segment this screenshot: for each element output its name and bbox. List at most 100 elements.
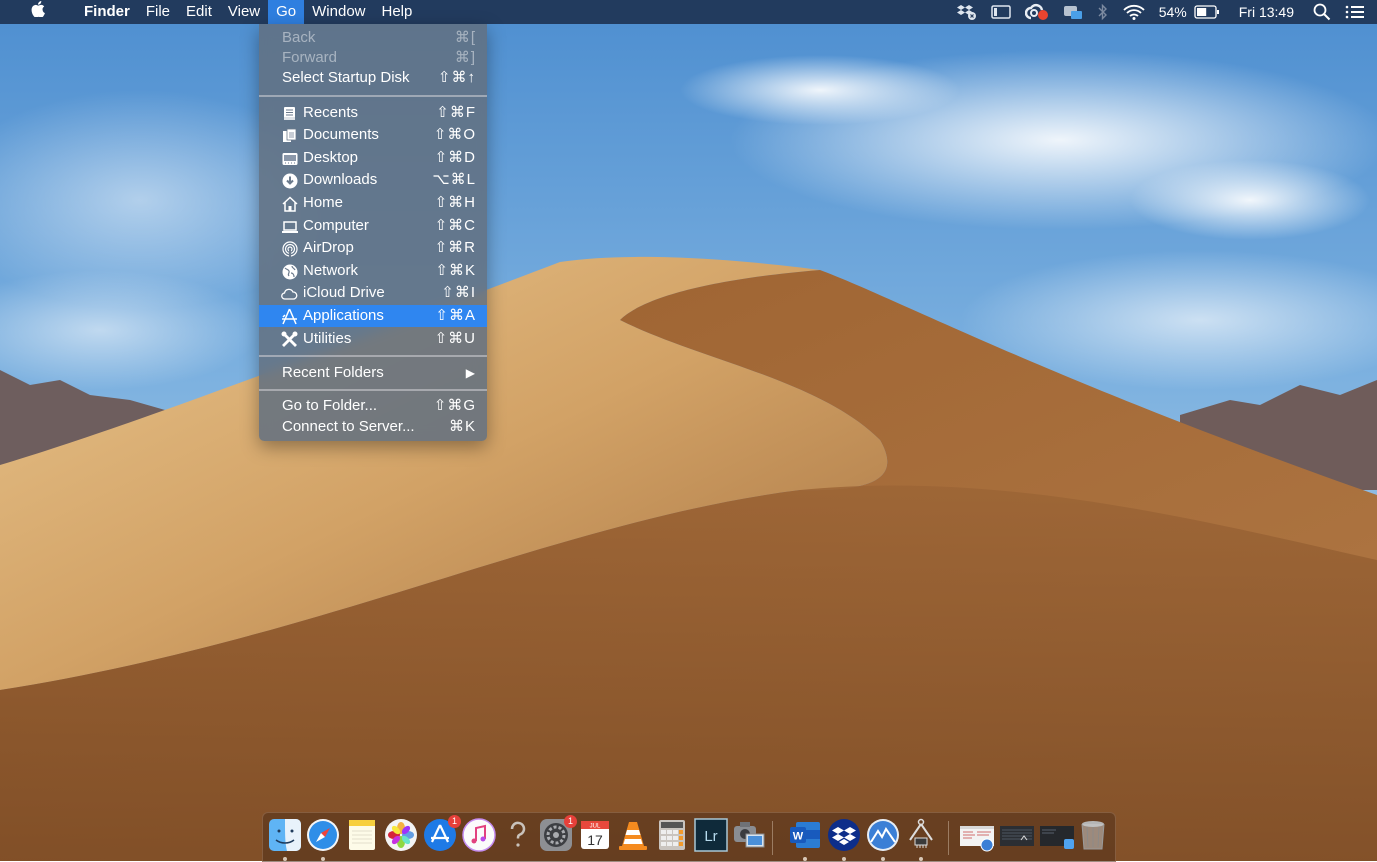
bluetooth-icon[interactable] bbox=[1090, 0, 1116, 24]
menu-bar: Finder File Edit View Go Window Help 54%… bbox=[0, 0, 1377, 24]
menu-item-label: Select Startup Disk bbox=[282, 69, 410, 86]
battery-level-fill bbox=[1196, 8, 1206, 16]
menu-file[interactable]: File bbox=[138, 0, 178, 24]
menu-item-network[interactable]: Network ⇧⌘K bbox=[259, 260, 487, 282]
utilities-icon bbox=[281, 331, 298, 348]
dock-item-microsoft-word[interactable]: W bbox=[788, 818, 822, 861]
minimized-window-icon bbox=[1000, 826, 1034, 846]
word-icon: W bbox=[790, 822, 820, 848]
menu-help[interactable]: Help bbox=[374, 0, 421, 24]
menu-item-label: Connect to Server... bbox=[282, 418, 415, 435]
spotlight-search-icon[interactable] bbox=[1306, 0, 1338, 24]
dock-separator bbox=[948, 821, 949, 855]
dock-item-itunes[interactable] bbox=[462, 818, 496, 852]
menu-item-desktop[interactable]: Desktop ⇧⌘D bbox=[259, 147, 487, 169]
icloud-icon bbox=[281, 285, 298, 302]
menu-item-shortcut: ⇧⌘F bbox=[436, 104, 476, 121]
menu-item-label: Go to Folder... bbox=[282, 397, 378, 414]
menu-item-recent-folders[interactable]: Recent Folders ▶ bbox=[259, 362, 487, 384]
menu-item-documents[interactable]: Documents ⇧⌘O bbox=[259, 124, 487, 146]
menu-item-utilities[interactable]: Utilities ⇧⌘U bbox=[259, 328, 487, 350]
apple-logo-icon bbox=[31, 1, 45, 18]
dock-item-vlc[interactable] bbox=[616, 818, 650, 852]
dock-item-lightroom[interactable]: Lr bbox=[694, 818, 728, 852]
menu-item-label: AirDrop bbox=[303, 239, 354, 256]
dock-item-photos[interactable] bbox=[384, 818, 418, 852]
menu-separator bbox=[259, 389, 487, 391]
menu-item-downloads[interactable]: Downloads ⌥⌘L bbox=[259, 169, 487, 191]
menu-item-computer[interactable]: Computer ⇧⌘C bbox=[259, 215, 487, 237]
dock-minimized-window-3[interactable] bbox=[1039, 818, 1075, 852]
menu-item-label: Documents bbox=[303, 126, 379, 143]
menu-item-select-startup-disk[interactable]: Select Startup Disk ⇧⌘↑ bbox=[259, 67, 487, 89]
menu-item-label: Recent Folders bbox=[282, 364, 384, 381]
dock-item-system-preferences[interactable]: 1 bbox=[539, 815, 577, 852]
menu-item-applications[interactable]: Applications ⇧⌘A bbox=[259, 305, 487, 327]
clock[interactable]: Fri 13:49 bbox=[1227, 0, 1306, 24]
finder-icon bbox=[269, 819, 301, 851]
battery-icon[interactable] bbox=[1194, 0, 1227, 24]
mountain-app-icon bbox=[867, 819, 899, 851]
submenu-arrow-icon: ▶ bbox=[465, 366, 476, 380]
menu-item-home[interactable]: Home ⇧⌘H bbox=[259, 192, 487, 214]
menu-item-shortcut: ⌘[ bbox=[454, 29, 476, 46]
menu-item-label: Forward bbox=[282, 49, 338, 66]
menu-item-back[interactable]: Back ⌘[ bbox=[259, 27, 487, 49]
network-icon bbox=[281, 263, 298, 280]
battery-percent[interactable]: 54% bbox=[1152, 0, 1194, 24]
menu-item-connect-to-server[interactable]: Connect to Server... ⌘K bbox=[259, 416, 487, 438]
menu-item-shortcut: ⇧⌘A bbox=[435, 307, 476, 324]
menu-view[interactable]: View bbox=[220, 0, 268, 24]
menu-item-label: Network bbox=[303, 262, 359, 279]
dock-item-trash[interactable] bbox=[1076, 818, 1110, 852]
itunes-icon bbox=[462, 818, 496, 852]
dock-item-system-information[interactable] bbox=[904, 818, 938, 861]
dock-item-mountain-duck[interactable] bbox=[866, 818, 900, 861]
wifi-icon[interactable] bbox=[1116, 0, 1152, 24]
notification-center-icon[interactable] bbox=[1338, 0, 1377, 24]
airdrop-icon bbox=[281, 240, 298, 257]
dock-item-image-capture[interactable] bbox=[732, 818, 766, 852]
dock-item-dropbox[interactable] bbox=[827, 818, 861, 861]
dock-item-notes[interactable] bbox=[345, 818, 379, 852]
screen-capture-icon[interactable] bbox=[1056, 0, 1090, 24]
dock-item-calculator[interactable] bbox=[655, 818, 689, 852]
menu-separator bbox=[259, 355, 487, 357]
documents-icon bbox=[281, 127, 298, 144]
dropbox-sync-icon[interactable] bbox=[950, 0, 984, 24]
menu-go[interactable]: Go bbox=[268, 0, 305, 24]
vlc-icon bbox=[619, 822, 647, 850]
menu-item-shortcut: ⇧⌘G bbox=[433, 397, 476, 414]
menu-item-airdrop[interactable]: AirDrop ⇧⌘R bbox=[259, 237, 487, 259]
creative-cloud-icon[interactable] bbox=[1018, 0, 1056, 24]
running-indicator bbox=[321, 857, 325, 861]
menu-item-shortcut: ⇧⌘U bbox=[434, 330, 476, 347]
menu-item-label: Desktop bbox=[303, 149, 359, 166]
dock-item-finder[interactable] bbox=[268, 818, 302, 861]
running-indicator bbox=[919, 857, 923, 861]
dock-item-calendar[interactable]: JUL 17 bbox=[578, 818, 612, 852]
dock-item-app-store[interactable]: 1 bbox=[423, 815, 461, 852]
computer-icon bbox=[281, 218, 298, 235]
screen-mirror-icon[interactable] bbox=[984, 0, 1018, 24]
trash-icon bbox=[1081, 821, 1105, 850]
calendar-day: 17 bbox=[587, 832, 603, 848]
apple-menu[interactable] bbox=[0, 0, 76, 24]
menu-edit[interactable]: Edit bbox=[178, 0, 220, 24]
dock-item-unknown-app[interactable] bbox=[501, 818, 535, 852]
menu-separator bbox=[259, 95, 487, 97]
dock-item-safari[interactable] bbox=[306, 818, 340, 861]
mojave-dunes-wallpaper bbox=[0, 0, 1377, 861]
menu-item-forward[interactable]: Forward ⌘] bbox=[259, 47, 487, 69]
app-menu-finder[interactable]: Finder bbox=[76, 0, 138, 24]
calendar-icon: JUL 17 bbox=[581, 821, 609, 849]
dock-minimized-window-2[interactable] bbox=[999, 818, 1035, 852]
menu-item-shortcut: ⇧⌘O bbox=[433, 126, 476, 143]
menu-window[interactable]: Window bbox=[304, 0, 373, 24]
menu-item-icloud-drive[interactable]: iCloud Drive ⇧⌘I bbox=[259, 282, 487, 304]
dock-minimized-window-1[interactable] bbox=[959, 818, 995, 852]
menu-item-go-to-folder[interactable]: Go to Folder... ⇧⌘G bbox=[259, 395, 487, 417]
menu-item-shortcut: ⇧⌘I bbox=[441, 284, 476, 301]
menu-item-recents[interactable]: Recents ⇧⌘F bbox=[259, 102, 487, 124]
minimized-window-icon bbox=[1040, 826, 1074, 849]
